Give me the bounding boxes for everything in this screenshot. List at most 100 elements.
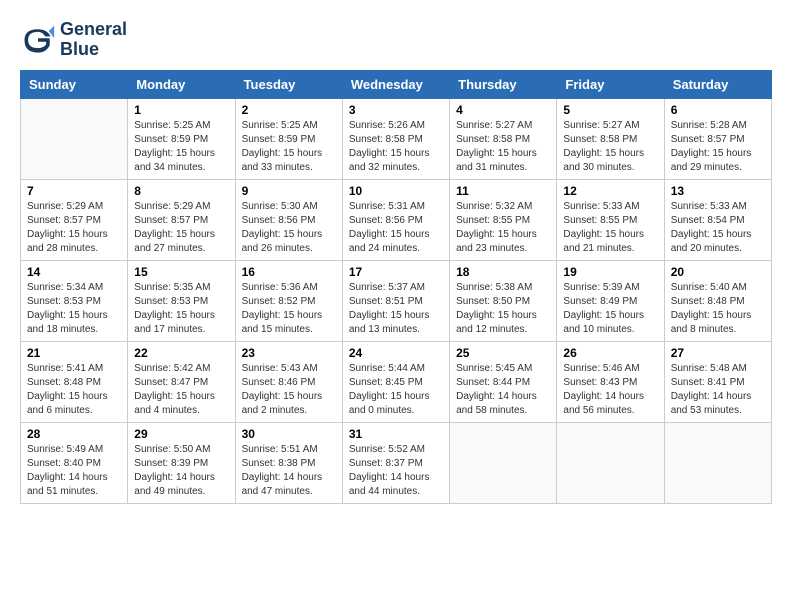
calendar-cell: 18Sunrise: 5:38 AM Sunset: 8:50 PM Dayli… bbox=[450, 260, 557, 341]
day-number: 10 bbox=[349, 184, 443, 198]
calendar-cell: 24 Sunrise: 5:44 AM Sunset: 8:45 PM Dayli… bbox=[342, 341, 449, 422]
day-info: Sunrise: 5:51 AM Sunset: 8:38 PM Dayligh… bbox=[242, 443, 336, 499]
logo-text: General Blue bbox=[60, 20, 127, 60]
calendar-week-row: 1 Sunrise: 5:25 AM Sunset: 8:59 PM Daylig… bbox=[21, 98, 772, 179]
calendar-cell: 19 Sunrise: 5:39 AM Sunset: 8:49 PM Dayli… bbox=[557, 260, 664, 341]
day-number: 21 bbox=[27, 346, 121, 360]
day-info: Sunrise: 5:44 AM Sunset: 8:45 PM Dayligh… bbox=[349, 362, 443, 418]
day-info: Sunrise: 5:25 AM Sunset: 8:59 PM Dayligh… bbox=[134, 119, 228, 175]
calendar-cell: 31Sunrise: 5:52 AM Sunset: 8:37 PM Dayli… bbox=[342, 422, 449, 503]
day-info: Sunrise: 5:48 AM Sunset: 8:41 PM Dayligh… bbox=[671, 362, 765, 418]
calendar-cell: 8 Sunrise: 5:29 AM Sunset: 8:57 PM Daylig… bbox=[128, 179, 235, 260]
day-number: 11 bbox=[456, 184, 550, 198]
calendar-cell: 25 Sunrise: 5:45 AM Sunset: 8:44 PM Dayli… bbox=[450, 341, 557, 422]
day-number: 26 bbox=[563, 346, 657, 360]
calendar-cell bbox=[557, 422, 664, 503]
calendar-cell: 11Sunrise: 5:32 AM Sunset: 8:55 PM Dayli… bbox=[450, 179, 557, 260]
day-number: 2 bbox=[242, 103, 336, 117]
day-number: 5 bbox=[563, 103, 657, 117]
calendar-cell: 6 Sunrise: 5:28 AM Sunset: 8:57 PM Daylig… bbox=[664, 98, 771, 179]
day-number: 27 bbox=[671, 346, 765, 360]
day-number: 30 bbox=[242, 427, 336, 441]
day-number: 7 bbox=[27, 184, 121, 198]
calendar-cell: 20 Sunrise: 5:40 AM Sunset: 8:48 PM Dayli… bbox=[664, 260, 771, 341]
day-info: Sunrise: 5:39 AM Sunset: 8:49 PM Dayligh… bbox=[563, 281, 657, 337]
day-number: 8 bbox=[134, 184, 228, 198]
day-info: Sunrise: 5:28 AM Sunset: 8:57 PM Dayligh… bbox=[671, 119, 765, 175]
day-number: 14 bbox=[27, 265, 121, 279]
day-info: Sunrise: 5:50 AM Sunset: 8:39 PM Dayligh… bbox=[134, 443, 228, 499]
day-info: Sunrise: 5:29 AM Sunset: 8:57 PM Dayligh… bbox=[134, 200, 228, 256]
day-info: Sunrise: 5:31 AM Sunset: 8:56 PM Dayligh… bbox=[349, 200, 443, 256]
calendar-week-row: 7 Sunrise: 5:29 AM Sunset: 8:57 PM Daylig… bbox=[21, 179, 772, 260]
weekday-header-friday: Friday bbox=[557, 70, 664, 98]
calendar-cell bbox=[21, 98, 128, 179]
day-number: 15 bbox=[134, 265, 228, 279]
day-info: Sunrise: 5:27 AM Sunset: 8:58 PM Dayligh… bbox=[456, 119, 550, 175]
calendar-cell: 1 Sunrise: 5:25 AM Sunset: 8:59 PM Daylig… bbox=[128, 98, 235, 179]
day-number: 24 bbox=[349, 346, 443, 360]
day-info: Sunrise: 5:38 AM Sunset: 8:50 PM Dayligh… bbox=[456, 281, 550, 337]
calendar-cell bbox=[664, 422, 771, 503]
day-number: 9 bbox=[242, 184, 336, 198]
weekday-header-monday: Monday bbox=[128, 70, 235, 98]
calendar-cell: 12 Sunrise: 5:33 AM Sunset: 8:55 PM Dayli… bbox=[557, 179, 664, 260]
calendar-cell: 9 Sunrise: 5:30 AM Sunset: 8:56 PM Daylig… bbox=[235, 179, 342, 260]
day-number: 6 bbox=[671, 103, 765, 117]
page-header: General Blue bbox=[20, 20, 772, 60]
day-info: Sunrise: 5:30 AM Sunset: 8:56 PM Dayligh… bbox=[242, 200, 336, 256]
weekday-header-row: SundayMondayTuesdayWednesdayThursdayFrid… bbox=[21, 70, 772, 98]
day-info: Sunrise: 5:35 AM Sunset: 8:53 PM Dayligh… bbox=[134, 281, 228, 337]
day-number: 17 bbox=[349, 265, 443, 279]
day-info: Sunrise: 5:41 AM Sunset: 8:48 PM Dayligh… bbox=[27, 362, 121, 418]
day-info: Sunrise: 5:40 AM Sunset: 8:48 PM Dayligh… bbox=[671, 281, 765, 337]
calendar-cell: 2 Sunrise: 5:25 AM Sunset: 8:59 PM Daylig… bbox=[235, 98, 342, 179]
day-number: 16 bbox=[242, 265, 336, 279]
day-info: Sunrise: 5:43 AM Sunset: 8:46 PM Dayligh… bbox=[242, 362, 336, 418]
day-number: 3 bbox=[349, 103, 443, 117]
logo-icon bbox=[20, 22, 56, 58]
calendar-table: SundayMondayTuesdayWednesdayThursdayFrid… bbox=[20, 70, 772, 504]
weekday-header-wednesday: Wednesday bbox=[342, 70, 449, 98]
day-info: Sunrise: 5:33 AM Sunset: 8:55 PM Dayligh… bbox=[563, 200, 657, 256]
day-info: Sunrise: 5:33 AM Sunset: 8:54 PM Dayligh… bbox=[671, 200, 765, 256]
day-number: 25 bbox=[456, 346, 550, 360]
day-number: 4 bbox=[456, 103, 550, 117]
calendar-week-row: 28Sunrise: 5:49 AM Sunset: 8:40 PM Dayli… bbox=[21, 422, 772, 503]
day-number: 22 bbox=[134, 346, 228, 360]
calendar-cell: 27 Sunrise: 5:48 AM Sunset: 8:41 PM Dayli… bbox=[664, 341, 771, 422]
day-info: Sunrise: 5:46 AM Sunset: 8:43 PM Dayligh… bbox=[563, 362, 657, 418]
calendar-cell: 4 Sunrise: 5:27 AM Sunset: 8:58 PM Daylig… bbox=[450, 98, 557, 179]
calendar-cell: 3Sunrise: 5:26 AM Sunset: 8:58 PM Daylig… bbox=[342, 98, 449, 179]
calendar-cell bbox=[450, 422, 557, 503]
day-info: Sunrise: 5:25 AM Sunset: 8:59 PM Dayligh… bbox=[242, 119, 336, 175]
calendar-cell: 13Sunrise: 5:33 AM Sunset: 8:54 PM Dayli… bbox=[664, 179, 771, 260]
day-number: 1 bbox=[134, 103, 228, 117]
day-info: Sunrise: 5:29 AM Sunset: 8:57 PM Dayligh… bbox=[27, 200, 121, 256]
calendar-cell: 29Sunrise: 5:50 AM Sunset: 8:39 PM Dayli… bbox=[128, 422, 235, 503]
day-number: 31 bbox=[349, 427, 443, 441]
day-number: 23 bbox=[242, 346, 336, 360]
day-info: Sunrise: 5:45 AM Sunset: 8:44 PM Dayligh… bbox=[456, 362, 550, 418]
calendar-cell: 10 Sunrise: 5:31 AM Sunset: 8:56 PM Dayli… bbox=[342, 179, 449, 260]
day-number: 12 bbox=[563, 184, 657, 198]
weekday-header-tuesday: Tuesday bbox=[235, 70, 342, 98]
weekday-header-saturday: Saturday bbox=[664, 70, 771, 98]
day-info: Sunrise: 5:34 AM Sunset: 8:53 PM Dayligh… bbox=[27, 281, 121, 337]
day-info: Sunrise: 5:49 AM Sunset: 8:40 PM Dayligh… bbox=[27, 443, 121, 499]
calendar-cell: 22 Sunrise: 5:42 AM Sunset: 8:47 PM Dayli… bbox=[128, 341, 235, 422]
weekday-header-thursday: Thursday bbox=[450, 70, 557, 98]
calendar-week-row: 21 Sunrise: 5:41 AM Sunset: 8:48 PM Dayli… bbox=[21, 341, 772, 422]
day-info: Sunrise: 5:36 AM Sunset: 8:52 PM Dayligh… bbox=[242, 281, 336, 337]
day-number: 20 bbox=[671, 265, 765, 279]
calendar-cell: 23 Sunrise: 5:43 AM Sunset: 8:46 PM Dayli… bbox=[235, 341, 342, 422]
calendar-cell: 14 Sunrise: 5:34 AM Sunset: 8:53 PM Dayli… bbox=[21, 260, 128, 341]
calendar-cell: 5Sunrise: 5:27 AM Sunset: 8:58 PM Daylig… bbox=[557, 98, 664, 179]
calendar-cell: 30 Sunrise: 5:51 AM Sunset: 8:38 PM Dayli… bbox=[235, 422, 342, 503]
day-info: Sunrise: 5:37 AM Sunset: 8:51 PM Dayligh… bbox=[349, 281, 443, 337]
calendar-cell: 17 Sunrise: 5:37 AM Sunset: 8:51 PM Dayli… bbox=[342, 260, 449, 341]
day-number: 19 bbox=[563, 265, 657, 279]
day-info: Sunrise: 5:42 AM Sunset: 8:47 PM Dayligh… bbox=[134, 362, 228, 418]
calendar-week-row: 14 Sunrise: 5:34 AM Sunset: 8:53 PM Dayli… bbox=[21, 260, 772, 341]
calendar-cell: 7 Sunrise: 5:29 AM Sunset: 8:57 PM Daylig… bbox=[21, 179, 128, 260]
